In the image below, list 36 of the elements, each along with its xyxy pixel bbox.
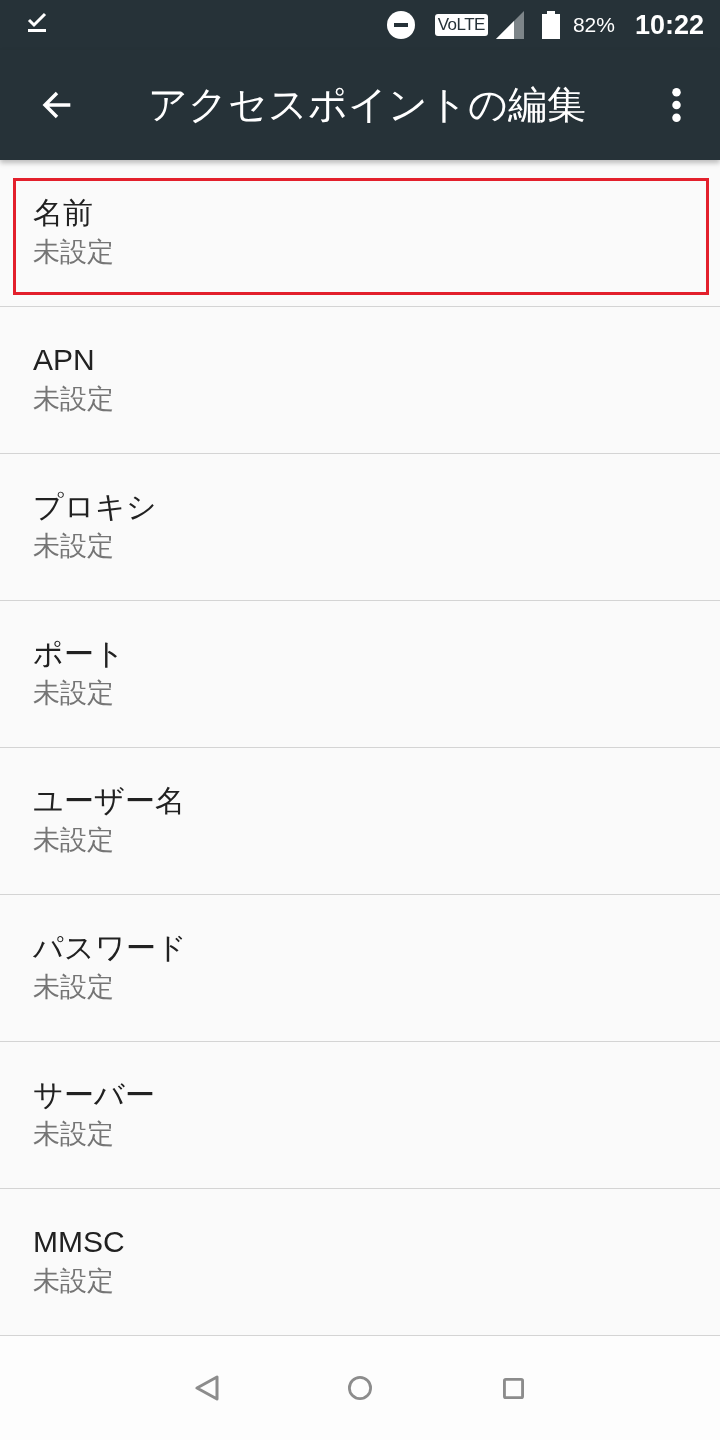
- item-summary: 未設定: [33, 1265, 114, 1298]
- back-triangle-icon: [194, 1375, 219, 1401]
- battery-icon: [541, 11, 560, 39]
- item-title: サーバー: [33, 1077, 155, 1113]
- signal-icon: [495, 11, 524, 39]
- item-summary: 未設定: [33, 236, 114, 269]
- item-summary: 未設定: [33, 824, 114, 857]
- item-title: ポート: [33, 636, 125, 672]
- item-summary: 未設定: [33, 1118, 114, 1151]
- item-summary: 未設定: [33, 971, 114, 1004]
- screen-title: アクセスポイントの編集: [148, 81, 586, 128]
- home-circle-icon: [348, 1375, 372, 1401]
- download-done-icon: [27, 12, 47, 32]
- item-title: プロキシ: [33, 489, 157, 525]
- do-not-disturb-icon: [386, 11, 415, 39]
- clock-time: 10:22: [634, 9, 704, 41]
- item-summary: 未設定: [33, 677, 114, 710]
- volte-badge: VoLTE: [434, 14, 488, 36]
- more-vertical-icon: [671, 88, 681, 122]
- settings-item[interactable]: ポート 未設定: [0, 601, 720, 748]
- item-title: APN: [33, 342, 95, 378]
- item-title: 名前: [33, 195, 93, 231]
- back-arrow-icon: [41, 89, 73, 121]
- settings-item[interactable]: サーバー 未設定: [0, 1042, 720, 1189]
- recents-square-icon: [502, 1377, 524, 1399]
- settings-item[interactable]: APN 未設定: [0, 307, 720, 454]
- battery-percent: 82%: [572, 13, 615, 37]
- settings-item[interactable]: ユーザー名 未設定: [0, 748, 720, 895]
- item-title: MMSC: [33, 1224, 125, 1260]
- item-summary: 未設定: [33, 383, 114, 416]
- settings-item[interactable]: パスワード 未設定: [0, 895, 720, 1042]
- settings-item[interactable]: 名前 未設定: [0, 160, 720, 307]
- item-title: ユーザー名: [33, 783, 185, 819]
- settings-item[interactable]: プロキシ 未設定: [0, 454, 720, 601]
- item-title: パスワード: [33, 930, 187, 966]
- item-summary: 未設定: [33, 530, 114, 563]
